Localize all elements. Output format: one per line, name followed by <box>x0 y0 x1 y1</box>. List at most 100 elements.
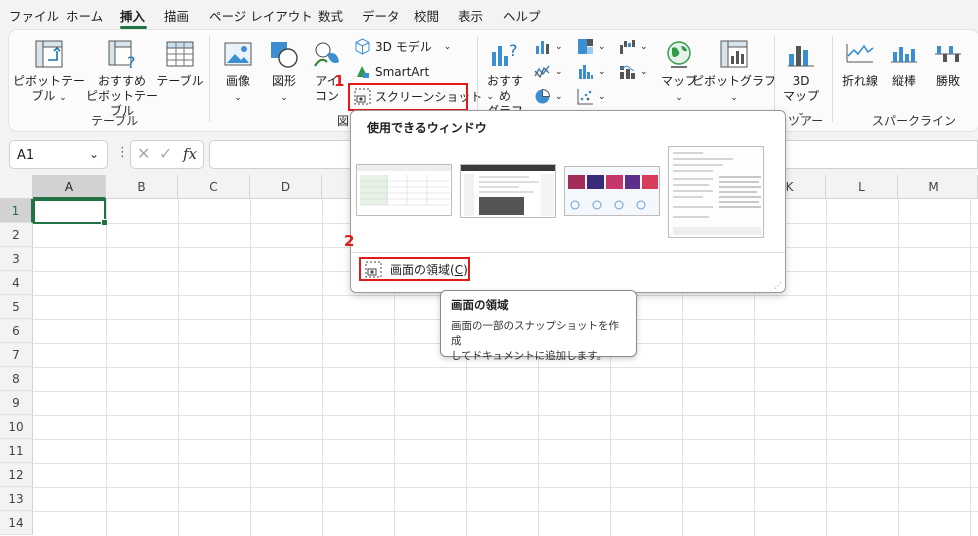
row-header[interactable]: 7 <box>0 343 33 367</box>
row-header[interactable]: 2 <box>0 223 33 247</box>
column-header[interactable]: A <box>33 175 106 199</box>
column-header[interactable]: D <box>250 175 322 199</box>
screen-clipping-icon <box>365 261 382 277</box>
tab-file[interactable]: ファイル <box>9 6 59 25</box>
table-button[interactable]: テーブル <box>156 38 204 89</box>
sparkline-column-button[interactable]: 縦棒 <box>889 38 919 89</box>
enter-check-icon[interactable]: ✓ <box>159 144 172 163</box>
tab-help[interactable]: ヘルプ <box>503 6 541 25</box>
shapes-icon <box>271 42 298 68</box>
row-header[interactable]: 4 <box>0 271 33 295</box>
row-header[interactable]: 12 <box>0 463 33 487</box>
active-cell-a1[interactable] <box>33 199 108 226</box>
svg-text:?: ? <box>127 53 136 70</box>
smartart-icon <box>357 66 369 78</box>
smartart-button[interactable]: SmartArt <box>354 63 429 80</box>
pie-chart-icon <box>535 88 551 104</box>
row-header[interactable]: 6 <box>0 319 33 343</box>
row-header[interactable]: 14 <box>0 511 33 535</box>
pie-chart-button[interactable]: ⌄ <box>534 88 563 105</box>
available-windows-heading: 使用できるウィンドウ <box>367 121 487 135</box>
row-header[interactable]: 11 <box>0 439 33 463</box>
chevron-down-icon: ⌄ <box>598 91 606 102</box>
tab-draw[interactable]: 描画 <box>164 6 189 25</box>
screen-clipping-item[interactable]: 画面の領域(C) <box>359 257 470 281</box>
tab-home[interactable]: ホーム <box>66 6 103 25</box>
ribbon-separator <box>209 36 210 122</box>
recommended-pivot-icon: ? <box>108 40 136 70</box>
window-thumbnail[interactable] <box>460 164 556 218</box>
column-header[interactable]: L <box>826 175 898 199</box>
3d-model-button[interactable]: 3D モデル ⌄ <box>354 38 451 55</box>
line-chart-icon <box>534 65 550 79</box>
row-header[interactable]: 8 <box>0 367 33 391</box>
image-icon <box>224 42 252 66</box>
cube-icon <box>355 38 370 55</box>
gridline <box>33 391 978 392</box>
pivot-table-button[interactable]: ピボットテー ブル ⌄ <box>13 38 85 106</box>
combo-chart-button[interactable]: ⌄ <box>619 63 648 80</box>
row-header[interactable]: 10 <box>0 415 33 439</box>
tab-formulas[interactable]: 数式 <box>318 6 343 25</box>
recommended-pivot-button[interactable]: ? おすすめ ピボットテーブル <box>85 38 159 119</box>
pivot-chart-label: ピボットグラフ ⌄ <box>692 74 777 103</box>
hierarchy-chart-button[interactable]: ⌄ <box>577 38 606 55</box>
line-chart-button[interactable]: ⌄ <box>534 63 563 80</box>
tab-data[interactable]: データ <box>362 6 400 25</box>
sparkline-winloss-icon <box>935 46 961 62</box>
row-header[interactable]: 3 <box>0 247 33 271</box>
combo-chart-icon <box>619 65 635 79</box>
insert-function-icon[interactable]: fx <box>183 145 197 163</box>
row-header[interactable]: 9 <box>0 391 33 415</box>
tooltip-line-2: してドキュメントに追加します。 <box>451 350 608 362</box>
gridline <box>33 463 978 464</box>
group-label-tours: ツアー <box>788 114 824 128</box>
select-all-corner[interactable] <box>0 175 33 199</box>
more-options-icon[interactable]: ⋮ <box>116 145 129 160</box>
scatter-chart-button[interactable]: ⌄ <box>577 88 606 105</box>
group-label-table: テーブル <box>91 114 139 128</box>
row-header[interactable]: 1 <box>0 199 33 223</box>
step-marker-1: 1 <box>334 72 345 90</box>
window-thumbnail[interactable] <box>356 164 452 216</box>
recommended-charts-button[interactable]: ? おすすめ グラフ <box>483 38 527 119</box>
screen-clipping-label: 画面の領域(C) <box>390 262 468 277</box>
gridline <box>33 487 978 488</box>
statistic-chart-button[interactable]: ⌄ <box>577 63 606 80</box>
thumbnail-media-icon <box>565 167 659 215</box>
column-chart-button[interactable]: ⌄ <box>534 38 563 55</box>
gridline <box>33 439 978 440</box>
row-header[interactable]: 5 <box>0 295 33 319</box>
resize-grip-icon[interactable]: ⋰ <box>774 281 782 290</box>
smartart-label: SmartArt <box>375 64 430 79</box>
shapes-button[interactable]: 図形 ⌄ <box>265 38 303 106</box>
chevron-down-icon: ⌄ <box>555 66 563 77</box>
waterfall-chart-button[interactable]: ⌄ <box>619 38 648 55</box>
image-label: 画像 ⌄ <box>225 74 250 103</box>
tab-page-layout[interactable]: ページ レイアウト <box>209 6 313 25</box>
column-header[interactable]: M <box>898 175 978 199</box>
tab-insert[interactable]: 挿入 <box>120 6 145 25</box>
image-button[interactable]: 画像 ⌄ <box>219 38 257 106</box>
table-icon <box>166 41 194 67</box>
tooltip: 画面の領域 画面の一部のスナップショットを作成 してドキュメントに追加します。 <box>440 290 637 362</box>
window-thumbnail[interactable] <box>668 146 764 238</box>
row-header[interactable]: 13 <box>0 487 33 511</box>
3d-map-button[interactable]: 3D マップ ⌄ <box>782 38 820 121</box>
name-box[interactable]: A1 ⌄ <box>9 140 108 169</box>
tab-view[interactable]: 表示 <box>458 6 483 25</box>
3d-model-label: 3D モデル <box>375 40 432 54</box>
tab-review[interactable]: 校閲 <box>414 6 439 25</box>
shapes-label: 図形 ⌄ <box>271 74 296 103</box>
pivot-chart-icon <box>720 40 748 68</box>
sparkline-line-button[interactable]: 折れ線 <box>841 38 879 89</box>
window-thumbnail[interactable] <box>564 166 660 216</box>
column-header[interactable]: C <box>178 175 250 199</box>
icons-button[interactable]: アイ コン <box>309 38 345 104</box>
sparkline-winloss-button[interactable]: 勝敗 <box>931 38 965 89</box>
column-header[interactable]: B <box>106 175 178 199</box>
pivot-chart-button[interactable]: ピボットグラフ ⌄ <box>692 38 776 106</box>
column-chart-icon <box>536 41 549 54</box>
chevron-down-icon: ⌄ <box>555 41 563 52</box>
cancel-icon[interactable]: ✕ <box>137 144 150 163</box>
